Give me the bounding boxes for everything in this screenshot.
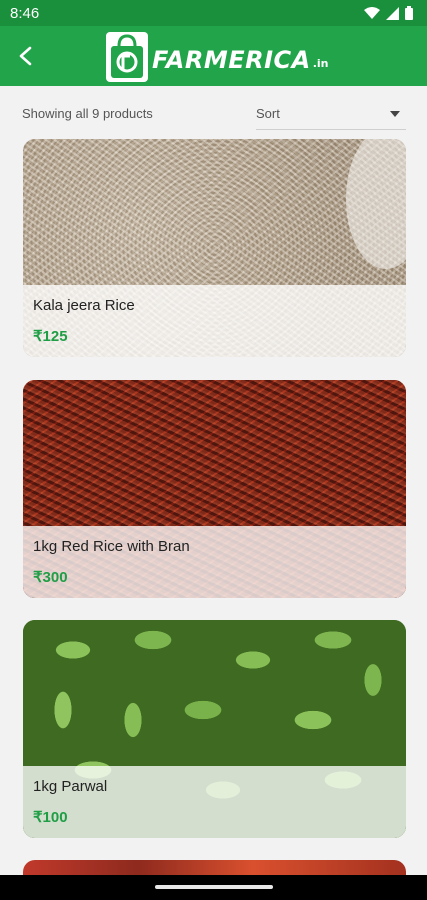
product-price: ₹100 — [33, 809, 68, 826]
product-card[interactable]: 1kg Red Rice with Bran ₹300 — [23, 380, 406, 598]
brand-name: FARMERICA — [152, 46, 311, 74]
product-name: Kala jeera Rice — [33, 297, 135, 314]
battery-icon — [405, 6, 413, 20]
product-info: Kala jeera Rice ₹125 — [23, 285, 406, 357]
status-time: 8:46 — [10, 5, 40, 22]
system-nav-bar — [0, 875, 427, 900]
filter-row: Showing all 9 products Sort — [22, 98, 406, 130]
app-bar: FARMERICA .in — [0, 26, 427, 86]
back-arrow-icon — [19, 46, 32, 66]
brand-suffix: .in — [312, 56, 329, 70]
product-price: ₹125 — [33, 328, 68, 345]
sort-value: Sort — [256, 106, 280, 121]
product-name: 1kg Parwal — [33, 778, 108, 795]
product-name: 1kg Red Rice with Bran — [33, 538, 190, 555]
product-info: 1kg Parwal ₹100 — [23, 766, 406, 838]
product-card[interactable]: Kala jeera Rice ₹125 — [23, 139, 406, 357]
product-card[interactable]: 1kg Parwal ₹100 — [23, 620, 406, 838]
brand-logo: FARMERICA .in — [106, 31, 329, 83]
product-count: Showing all 9 products — [22, 106, 153, 121]
shopping-bag-logo-icon — [106, 32, 148, 82]
home-gesture-handle[interactable] — [155, 885, 273, 889]
product-price: ₹300 — [33, 569, 68, 586]
wifi-icon — [364, 6, 380, 19]
back-button[interactable] — [10, 40, 42, 72]
status-bar: 8:46 — [0, 0, 427, 26]
signal-icon — [386, 6, 399, 20]
sort-dropdown[interactable]: Sort — [256, 98, 406, 130]
status-icons — [364, 6, 413, 20]
dropdown-caret-icon — [390, 111, 400, 117]
product-info: 1kg Red Rice with Bran ₹300 — [23, 526, 406, 598]
